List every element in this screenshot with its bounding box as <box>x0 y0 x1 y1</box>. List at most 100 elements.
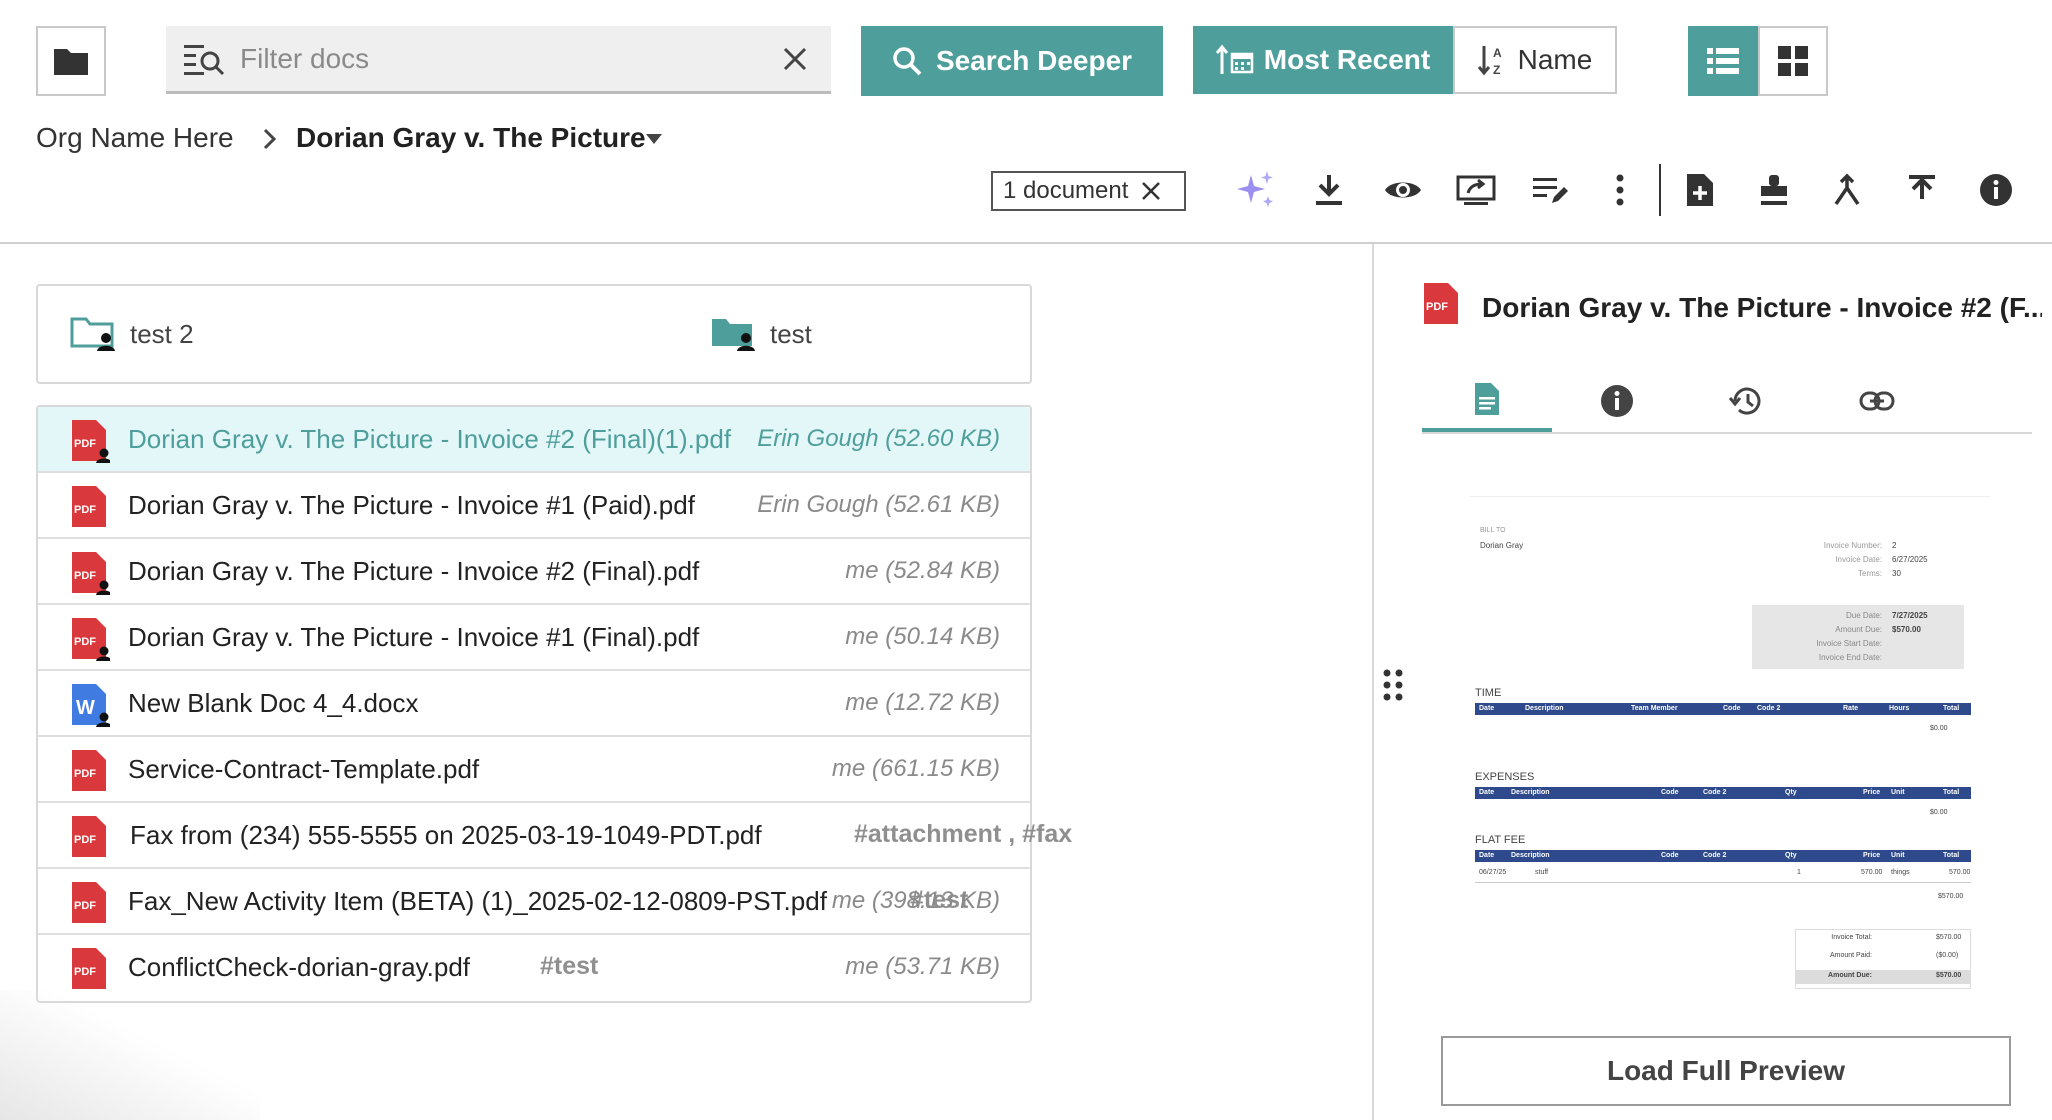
ai-sparkle-button[interactable] <box>1232 166 1280 214</box>
bill-to-name: Dorian Gray <box>1480 541 1524 550</box>
file-name[interactable]: Service-Contract-Template.pdf <box>128 754 479 785</box>
search-deeper-label: Search Deeper <box>935 45 1133 76</box>
file-name[interactable]: Dorian Gray v. The Picture - Invoice #1 … <box>128 622 699 653</box>
terms: 30 <box>1892 569 1901 578</box>
folder-item-test[interactable]: test <box>710 314 812 354</box>
sort-name-button[interactable]: A Z Name <box>1453 26 1617 94</box>
file-meta: me (53.71 KB) <box>845 953 1000 980</box>
present-screen-icon <box>1456 175 1496 205</box>
flat-fee-row: 06/27/25 stuff 1 570.00 things 570.00 <box>1475 865 1971 883</box>
due-date-label: Due Date: <box>1845 611 1882 620</box>
svg-text:PDF: PDF <box>74 768 96 780</box>
file-name[interactable]: Fax_New Activity Item (BETA) (1)_2025-02… <box>128 886 827 917</box>
svg-text:PDF: PDF <box>74 966 96 978</box>
view-button[interactable] <box>1379 166 1427 214</box>
invoice-summary: Invoice Total: $570.00 Amount Paid: ($0.… <box>1795 929 1971 989</box>
bill-to-label: BILL TO <box>1480 527 1506 534</box>
folder-item-test-2[interactable]: test 2 <box>70 314 194 354</box>
terms-label: Terms: <box>1858 569 1882 578</box>
expenses-table-header: Date Description Code Code 2 Qty Price U… <box>1475 787 1971 799</box>
tab-info[interactable] <box>1552 370 1682 432</box>
selection-count: 1 document <box>1003 177 1129 204</box>
file-row[interactable]: W New Blank Doc 4_4.docx me (12.72 KB) <box>38 671 1030 737</box>
search-icon <box>893 47 922 76</box>
file-name[interactable]: ConflictCheck-dorian-gray.pdf <box>128 952 470 983</box>
word-file-icon: W <box>72 684 110 727</box>
tab-document-preview[interactable] <box>1422 370 1552 432</box>
clear-selection-icon[interactable] <box>1140 180 1162 202</box>
file-row[interactable]: PDF Fax from (234) 555-5555 on 2025-03-1… <box>38 803 1072 869</box>
load-full-preview-button[interactable]: Load Full Preview <box>1441 1036 2011 1106</box>
caret-down-icon[interactable] <box>644 132 664 146</box>
sparkle-icon <box>1237 171 1273 207</box>
folder-list: test 2 test <box>36 284 1032 384</box>
svg-text:PDF: PDF <box>74 504 96 516</box>
pdf-file-icon: PDF <box>72 948 106 989</box>
merge-icon <box>1834 173 1860 205</box>
shared-folder-icon <box>712 319 755 351</box>
invoice-number: 2 <box>1892 541 1897 550</box>
merge-button[interactable] <box>1823 166 1871 214</box>
pdf-file-icon: PDF <box>72 420 110 463</box>
sort-most-recent-button[interactable]: Most Recent <box>1193 26 1453 94</box>
list-view-icon <box>1707 48 1739 74</box>
flat-fee-total: $570.00 <box>1938 893 1964 900</box>
info-button[interactable] <box>1972 166 2020 214</box>
stamp-button[interactable] <box>1750 166 1798 214</box>
clear-filter-icon[interactable] <box>773 37 817 81</box>
edit-notes-button[interactable] <box>1526 166 1574 214</box>
file-row[interactable]: PDF Dorian Gray v. The Picture - Invoice… <box>38 605 1030 671</box>
file-tags[interactable]: #attachment , #fax <box>854 820 1072 849</box>
pdf-file-icon: PDF <box>72 552 110 595</box>
file-row[interactable]: PDF Service-Contract-Template.pdf me (66… <box>38 737 1030 803</box>
filter-input[interactable] <box>240 42 773 75</box>
file-row[interactable]: PDF Fax_New Activity Item (BETA) (1)_202… <box>38 869 1030 935</box>
shared-folder-outline-icon <box>70 317 115 351</box>
history-icon <box>1729 387 1761 415</box>
svg-text:PDF: PDF <box>74 636 96 648</box>
svg-text:PDF: PDF <box>74 438 96 450</box>
download-button[interactable] <box>1305 166 1353 214</box>
pdf-file-icon: PDF <box>72 816 106 857</box>
filter-docs-field[interactable] <box>166 26 831 94</box>
file-meta: me (12.72 KB) <box>845 689 1000 716</box>
upload-icon <box>1909 175 1935 199</box>
download-icon <box>1316 175 1342 205</box>
header-divider <box>0 242 2052 244</box>
file-meta: me (398.13 KB) <box>831 887 1000 914</box>
upload-button[interactable] <box>1898 166 1946 214</box>
new-document-button[interactable] <box>1676 166 1724 214</box>
file-name[interactable]: New Blank Doc 4_4.docx <box>128 688 418 719</box>
list-view-button[interactable] <box>1688 26 1758 96</box>
time-heading: TIME <box>1475 687 1502 699</box>
invoice-date: 6/27/2025 <box>1892 555 1928 564</box>
file-row[interactable]: PDF Dorian Gray v. The Picture - Invoice… <box>38 539 1030 605</box>
expenses-heading: EXPENSES <box>1475 771 1535 783</box>
file-row[interactable]: PDF Dorian Gray v. The Picture - Invoice… <box>38 473 1030 539</box>
svg-text:PDF: PDF <box>1426 301 1448 313</box>
drag-handle-icon[interactable] <box>1382 668 1404 702</box>
folder-label: test 2 <box>130 318 194 349</box>
file-name[interactable]: Dorian Gray v. The Picture - Invoice #2 … <box>128 424 731 455</box>
more-options-button[interactable] <box>1596 166 1644 214</box>
selection-chip[interactable]: 1 document <box>991 171 1186 211</box>
amount-due-label: Amount Due: <box>1835 625 1882 634</box>
search-deeper-button[interactable]: Search Deeper <box>861 26 1163 96</box>
breadcrumb-org[interactable]: Org Name Here <box>36 122 234 154</box>
present-button[interactable] <box>1452 166 1500 214</box>
folder-browse-button[interactable] <box>36 26 106 96</box>
tab-links[interactable] <box>1812 370 1942 432</box>
folder-label: test <box>770 318 812 349</box>
stamp-icon <box>1761 175 1787 205</box>
file-name[interactable]: Dorian Gray v. The Picture - Invoice #1 … <box>128 490 695 521</box>
file-row[interactable]: PDF Dorian Gray v. The Picture - Invoice… <box>38 407 1030 473</box>
file-name[interactable]: Dorian Gray v. The Picture - Invoice #2 … <box>128 556 699 587</box>
breadcrumb-current[interactable]: Dorian Gray v. The Picture <box>296 122 646 154</box>
more-vertical-icon <box>1616 174 1624 206</box>
grid-view-button[interactable] <box>1758 26 1828 96</box>
time-table-header: Date Description Team Member Code Code 2… <box>1475 703 1971 715</box>
preview-tabs <box>1422 370 2032 434</box>
file-tags[interactable]: #test <box>540 952 598 981</box>
tab-history[interactable] <box>1682 370 1812 432</box>
file-name[interactable]: Fax from (234) 555-5555 on 2025-03-19-10… <box>130 820 762 851</box>
